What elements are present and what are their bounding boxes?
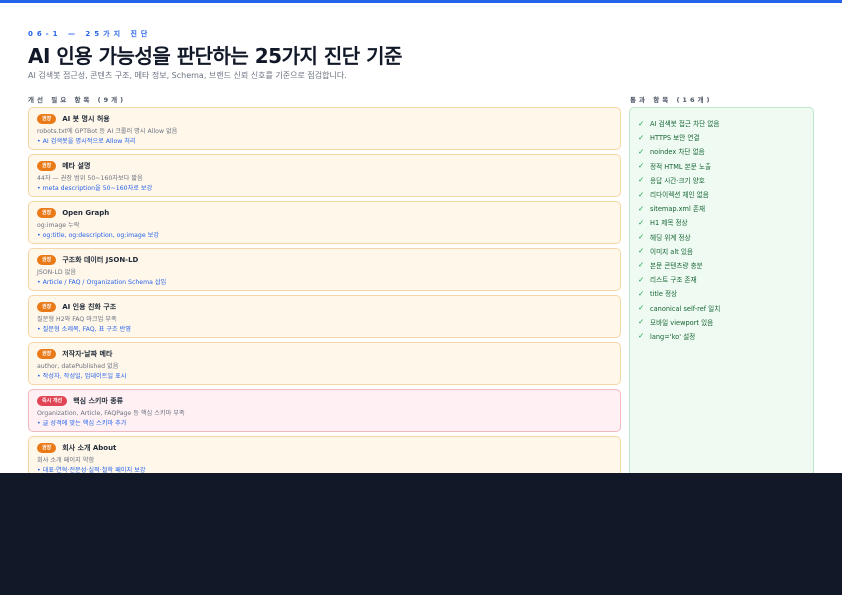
passed-item: ✓ HTTPS 보안 연결 [638, 130, 805, 144]
passed-item-label: 정적 HTML 본문 노출 [650, 162, 712, 171]
check-icon: ✓ [638, 303, 645, 313]
item-description: og:image 누락 [37, 222, 80, 229]
priority-badge: 권장 [37, 113, 57, 124]
check-icon: ✓ [638, 189, 645, 199]
item-fix: • meta description을 50~160자로 보강 [37, 185, 153, 192]
item-description: robots.txt에 GPTBot 등 AI 크롤러 명시 Allow 없음 [37, 128, 178, 135]
passed-item-label: 리다이렉션 체인 없음 [650, 191, 709, 200]
passed-item: ✓ lang='ko' 설정 [638, 329, 805, 343]
item-fix: • AI 검색봇을 명시적으로 Allow 처리 [37, 138, 136, 145]
item-description: 44자 — 권장 범위 50~160자보다 짧음 [37, 175, 143, 182]
passed-item-label: AI 검색봇 접근 차단 없음 [650, 120, 720, 129]
passed-item-label: canonical self-ref 일치 [650, 304, 721, 313]
item-title: AI 인용 친화 구조 [62, 302, 117, 311]
item-fix: • 글 성격에 맞는 핵심 스키마 추가 [37, 420, 127, 427]
failed-section-heading: 개선 필요 항목 (9개) [28, 96, 127, 104]
passed-item-label: 모바일 viewport 있음 [650, 318, 714, 327]
check-icon: ✓ [638, 203, 645, 213]
item-title: 메타 설명 [62, 161, 91, 170]
failed-item-card: 권장 메타 설명 44자 — 권장 범위 50~160자보다 짧음 • meta… [28, 154, 621, 197]
item-fix: • Article / FAQ / Organization Schema 삽입 [37, 279, 167, 286]
item-title: 구조화 데이터 JSON-LD [62, 255, 139, 264]
check-icon: ✓ [638, 232, 645, 242]
priority-badge: 권장 [37, 207, 57, 218]
failed-item-card-critical: 즉시 개선 핵심 스키마 종류 Organization, Article, F… [28, 389, 621, 432]
passed-item-label: lang='ko' 설정 [650, 332, 696, 341]
passed-item: ✓ noindex 차단 없음 [638, 144, 805, 158]
accent-bar [0, 0, 842, 3]
passed-item: ✓ 본문 콘텐츠량 충분 [638, 258, 805, 272]
check-icon: ✓ [638, 146, 645, 156]
item-title: 핵심 스키마 종류 [73, 396, 124, 405]
passed-item-label: noindex 차단 없음 [650, 148, 705, 157]
passed-item-label: 응답 시간·크기 양호 [650, 176, 705, 185]
item-fix: • 대표·연혁·전문성·실적·철학 페이지 보강 [37, 467, 146, 473]
section-eyebrow: 06-1 — 25가지 진단 [28, 30, 152, 38]
passed-item: ✓ 응답 시간·크기 양호 [638, 173, 805, 187]
passed-item: ✓ canonical self-ref 일치 [638, 300, 805, 314]
check-icon: ✓ [638, 260, 645, 270]
page-title: AI 인용 가능성을 판단하는 25가지 진단 기준 [28, 44, 402, 68]
check-icon: ✓ [638, 331, 645, 341]
passed-item: ✓ 모바일 viewport 있음 [638, 315, 805, 329]
passed-item: ✓ title 정상 [638, 286, 805, 300]
item-fix: • 작성자, 작성일, 업데이트일 표시 [37, 373, 127, 380]
priority-badge: 즉시 개선 [37, 395, 68, 406]
item-title: Open Graph [62, 208, 110, 217]
passed-item: ✓ sitemap.xml 존재 [638, 201, 805, 215]
failed-item-card: 권장 AI 봇 명시 허용 robots.txt에 GPTBot 등 AI 크롤… [28, 107, 621, 150]
check-icon: ✓ [638, 274, 645, 284]
passed-item-label: HTTPS 보안 연결 [650, 134, 700, 143]
failed-item-card: 권장 구조화 데이터 JSON-LD JSON-LD 없음 • Article … [28, 248, 621, 291]
passed-item-label: H1 제목 정상 [650, 219, 688, 228]
check-icon: ✓ [638, 288, 645, 298]
item-fix: • 질문형 소제목, FAQ, 표 구조 반영 [37, 326, 131, 333]
item-description: 회사 소개 페이지 약함 [37, 457, 95, 464]
check-icon: ✓ [638, 175, 645, 185]
passed-item: ✓ AI 검색봇 접근 차단 없음 [638, 116, 805, 130]
passed-item-label: 이미지 alt 있음 [650, 247, 693, 256]
failed-item-card: 권장 Open Graph og:image 누락 • og:title, og… [28, 201, 621, 244]
check-icon: ✓ [638, 132, 645, 142]
priority-badge: 권장 [37, 254, 57, 265]
item-title: 회사 소개 About [62, 443, 117, 452]
passed-item-label: title 정상 [650, 290, 678, 299]
passed-item: ✓ 리스트 구조 존재 [638, 272, 805, 286]
check-icon: ✓ [638, 217, 645, 227]
page-subtitle: AI 검색봇 접근성, 콘텐츠 구조, 메타 정보, Schema, 브랜드 신… [28, 71, 347, 80]
passed-item: ✓ H1 제목 정상 [638, 215, 805, 229]
item-title: 저작자·날짜 메타 [62, 349, 113, 358]
failed-items-list: 권장 AI 봇 명시 허용 robots.txt에 GPTBot 등 AI 크롤… [28, 107, 621, 473]
passed-items-panel: ✓ AI 검색봇 접근 차단 없음 ✓ HTTPS 보안 연결 ✓ noindex 차… [629, 107, 814, 473]
check-icon: ✓ [638, 161, 645, 171]
failed-item-card: 권장 AI 인용 친화 구조 질문형 H2와 FAQ 마크업 부족 • 질문형 … [28, 295, 621, 338]
item-description: 질문형 H2와 FAQ 마크업 부족 [37, 316, 117, 323]
passed-item-label: sitemap.xml 존재 [650, 205, 706, 214]
check-icon: ✓ [638, 246, 645, 256]
priority-badge: 권장 [37, 348, 57, 359]
priority-badge: 권장 [37, 160, 57, 171]
check-icon: ✓ [638, 317, 645, 327]
item-description: JSON-LD 없음 [37, 269, 77, 276]
passed-item-label: 리스트 구조 존재 [650, 276, 697, 285]
passed-item: ✓ 헤딩 위계 정상 [638, 230, 805, 244]
item-description: author, datePublished 없음 [37, 363, 119, 370]
failed-item-card: 권장 저작자·날짜 메타 author, datePublished 없음 • … [28, 342, 621, 385]
passed-item: ✓ 리다이렉션 체인 없음 [638, 187, 805, 201]
passed-section-heading: 통과 항목 (16개) [630, 96, 713, 104]
priority-badge: 권장 [37, 442, 57, 453]
check-icon: ✓ [638, 118, 645, 128]
passed-item-label: 헤딩 위계 정상 [650, 233, 691, 242]
item-fix: • og:title, og:description, og:image 보강 [37, 232, 160, 239]
failed-item-card: 권장 회사 소개 About 회사 소개 페이지 약함 • 대표·연혁·전문성·… [28, 436, 621, 473]
item-description: Organization, Article, FAQPage 등 핵심 스키마 … [37, 410, 185, 417]
priority-badge: 권장 [37, 301, 57, 312]
passed-item: ✓ 이미지 alt 있음 [638, 244, 805, 258]
passed-item: ✓ 정적 HTML 본문 노출 [638, 159, 805, 173]
report-sheet: 06-1 — 25가지 진단 AI 인용 가능성을 판단하는 25가지 진단 기… [0, 0, 842, 473]
passed-item-label: 본문 콘텐츠량 충분 [650, 261, 703, 270]
item-title: AI 봇 명시 허용 [62, 114, 110, 123]
